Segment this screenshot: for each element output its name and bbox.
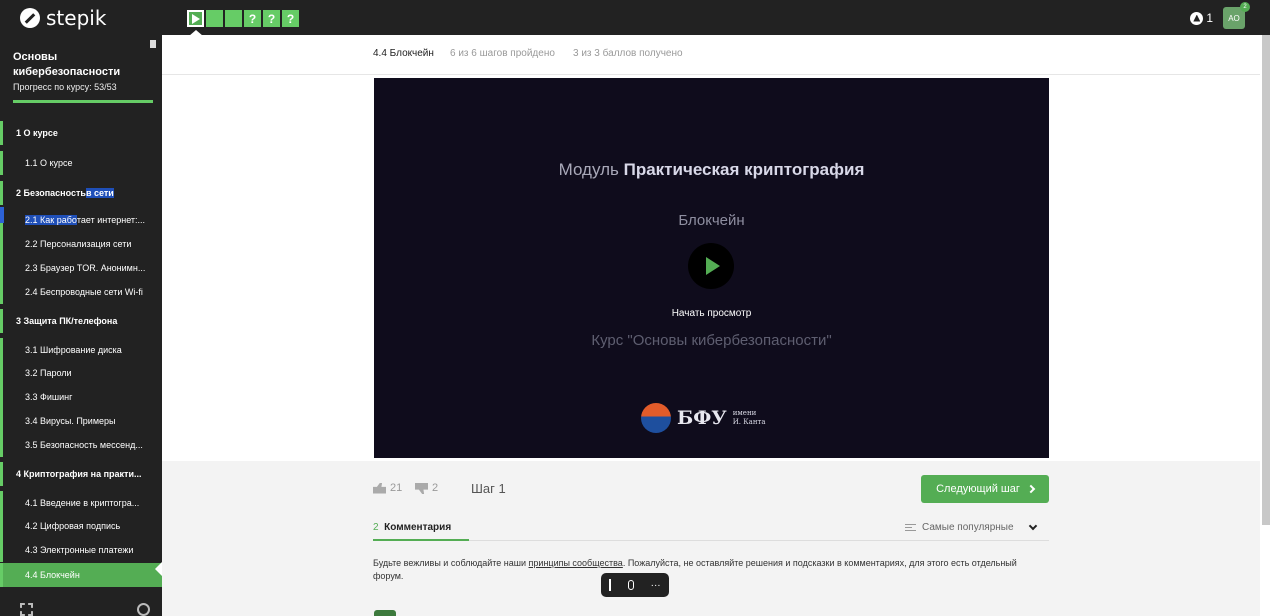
video-module-name: Практическая криптография xyxy=(623,160,865,179)
fullscreen-icon[interactable] xyxy=(20,603,33,616)
stepik-logo[interactable]: stepik xyxy=(0,0,160,35)
step-1-video[interactable] xyxy=(187,10,204,27)
video-module-title: Модуль Практическая криптография xyxy=(374,160,1049,180)
thumbs-up-icon xyxy=(373,482,386,494)
selection-marker xyxy=(0,207,4,223)
step-navigation: ? ? ? xyxy=(187,10,299,28)
comments-divider xyxy=(469,540,1049,541)
chevron-down-icon xyxy=(1028,521,1037,531)
more-options-icon[interactable]: ··· xyxy=(651,580,661,591)
thumbs-down-icon xyxy=(415,483,428,494)
next-step-button[interactable]: Следующий шаг xyxy=(921,475,1049,503)
notification-icon xyxy=(1190,11,1204,25)
like-button[interactable]: 21 xyxy=(373,482,402,494)
sort-icon xyxy=(905,524,916,531)
university-emblem-icon xyxy=(641,403,671,433)
course-sidebar: Основы кибербезопасности Прогресс по кур… xyxy=(0,35,162,616)
step-2[interactable] xyxy=(206,10,223,27)
sidebar-lesson-2-1[interactable]: 2.1 Как рабо тает интернет:... xyxy=(0,208,162,232)
lesson-2-1-label: тает интернет:... xyxy=(76,215,146,225)
microphone-icon[interactable] xyxy=(627,580,634,590)
sidebar-lesson-4-1[interactable]: 4.1 Введение в криптогра... xyxy=(0,491,162,515)
sidebar-section-2[interactable]: 2 Безопасность в сети xyxy=(0,181,162,205)
university-logo-sub: имени И. Канта xyxy=(733,409,766,427)
rules-text-pre: Будьте вежливы и соблюдайте наши xyxy=(373,558,529,568)
sidebar-section-3[interactable]: 3 Защита ПК/телефона xyxy=(0,309,162,333)
university-logo-sub2: И. Канта xyxy=(732,418,766,426)
comments-count: 2 xyxy=(373,522,379,533)
university-logo: БФУ имени И. Канта xyxy=(641,403,766,433)
section-2-label: 2 Безопасность xyxy=(16,188,86,198)
section-2-highlight: в сети xyxy=(85,188,114,198)
step-label: Шаг 1 xyxy=(471,481,506,496)
sidebar-lesson-2-2[interactable]: 2.2 Персонализация сети xyxy=(0,232,162,256)
video-play-button[interactable] xyxy=(688,243,734,289)
notifications-count: 1 xyxy=(1206,11,1213,25)
lower-content-area xyxy=(162,461,1260,616)
logo-text: stepik xyxy=(46,5,107,30)
lesson-steps-progress: 6 из 6 шагов пройдено xyxy=(450,48,555,59)
stepik-logo-icon xyxy=(20,7,40,28)
university-logo-sub1: имени xyxy=(732,409,757,417)
video-module-prefix: Модуль xyxy=(558,160,624,179)
sidebar-lesson-3-1[interactable]: 3.1 Шифрование диска xyxy=(0,338,162,362)
comment-avatar-chip xyxy=(374,610,396,616)
dislikes-count: 2 xyxy=(432,482,439,494)
active-lesson-notch xyxy=(155,562,162,576)
page-scrollbar[interactable] xyxy=(1262,35,1270,525)
step-4-quiz[interactable]: ? xyxy=(244,10,261,27)
course-progress-fill xyxy=(13,100,153,103)
user-avatar[interactable]: АО 2 xyxy=(1223,2,1250,29)
avatar-initials: АО xyxy=(1228,13,1240,23)
sidebar-section-4[interactable]: 4 Криптография на практи... xyxy=(0,462,162,486)
step-5-quiz[interactable]: ? xyxy=(263,10,280,27)
comments-tab[interactable]: 2 Комментария xyxy=(373,522,451,533)
sidebar-lesson-4-4-active[interactable]: 4.4 Блокчейн xyxy=(0,563,162,587)
sidebar-lesson-4-2[interactable]: 4.2 Цифровая подпись xyxy=(0,514,162,538)
sidebar-lesson-3-5[interactable]: 3.5 Безопасность мессенд... xyxy=(0,433,162,457)
community-guidelines-link[interactable]: принципы сообщества xyxy=(529,558,623,568)
sidebar-lesson-1-1[interactable]: 1.1 О курсе xyxy=(0,151,162,175)
sidebar-lesson-2-3[interactable]: 2.3 Браузер TOR. Анонимн... xyxy=(0,256,162,280)
text-cursor-icon[interactable] xyxy=(609,579,612,591)
course-progress-bar xyxy=(13,100,153,103)
sort-dropdown[interactable]: Самые популярные xyxy=(905,521,1037,533)
pin-icon[interactable] xyxy=(150,40,156,48)
settings-gear-icon[interactable] xyxy=(137,603,150,616)
next-step-label: Следующий шаг xyxy=(936,483,1020,495)
course-title[interactable]: Основы кибербезопасности xyxy=(13,50,143,80)
floating-toolbar: ··· xyxy=(601,573,669,597)
chevron-right-icon xyxy=(1026,484,1036,494)
step-6-quiz[interactable]: ? xyxy=(282,10,299,27)
sort-label: Самые популярные xyxy=(922,522,1014,533)
comments-tab-label: Комментария xyxy=(384,522,452,533)
likes-count: 21 xyxy=(390,482,403,494)
video-start-label[interactable]: Начать просмотр xyxy=(374,308,1049,319)
sidebar-lesson-3-3[interactable]: 3.3 Фишинг xyxy=(0,385,162,409)
course-progress-label: Прогресс по курсу: 53/53 xyxy=(13,82,117,92)
avatar-badge: 2 xyxy=(1240,2,1250,12)
sidebar-lesson-3-4[interactable]: 3.4 Вирусы. Примеры xyxy=(0,409,162,433)
video-subtitle: Блокчейн xyxy=(678,212,745,229)
comments-tab-underline xyxy=(373,539,469,541)
top-bar: stepik ? ? ? 1 АО 2 xyxy=(0,0,1270,36)
university-logo-name: БФУ xyxy=(677,407,727,429)
play-icon xyxy=(191,13,200,24)
comment-rules-text: Будьте вежливы и соблюдайте наши принцип… xyxy=(373,557,1043,583)
sidebar-lesson-4-3[interactable]: 4.3 Электронные платежи xyxy=(0,538,162,562)
lesson-2-1-highlight: 2.1 Как рабо xyxy=(25,215,77,225)
video-course-line: Курс "Основы кибербезопасности" xyxy=(591,332,832,349)
step-3[interactable] xyxy=(225,10,242,27)
lesson-title: 4.4 Блокчейн xyxy=(373,48,434,59)
sidebar-lesson-2-4[interactable]: 2.4 Беспроводные сети Wi-fi xyxy=(0,280,162,304)
dislike-button[interactable]: 2 xyxy=(415,482,438,494)
notifications-button[interactable]: 1 xyxy=(1190,11,1213,25)
lesson-score: 3 из 3 баллов получено xyxy=(573,48,683,59)
top-right-controls: 1 АО 2 xyxy=(1190,2,1250,29)
sidebar-section-1[interactable]: 1 О курсе xyxy=(0,121,162,145)
lesson-header: 4.4 Блокчейн 6 из 6 шагов пройдено 3 из … xyxy=(162,35,1260,75)
video-player[interactable]: Модуль Практическая криптография Блокчей… xyxy=(374,78,1049,458)
sidebar-lesson-3-2[interactable]: 3.2 Пароли xyxy=(0,361,162,385)
